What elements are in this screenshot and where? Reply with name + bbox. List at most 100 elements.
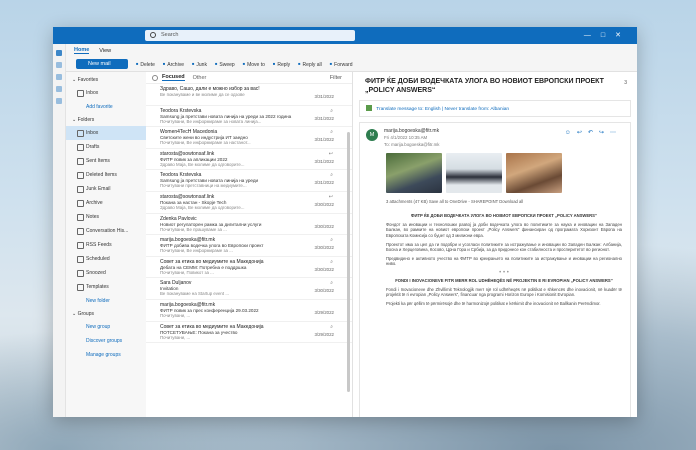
list-scrollbar[interactable] <box>347 132 350 392</box>
attachment-icon: ⌕ <box>330 280 333 287</box>
junk-button[interactable]: Junk <box>192 61 207 68</box>
photo-1[interactable] <box>386 153 442 193</box>
folder-scheduled[interactable]: Scheduled <box>66 252 146 266</box>
new-mail-button[interactable]: New mail <box>76 59 128 69</box>
message-card: M marija.bogoeska@fitr.mk Fri 4/1/2022 1… <box>359 122 631 417</box>
message-date: 3/29/2022 <box>314 331 334 337</box>
folder-conversation-history[interactable]: Conversation His... <box>66 224 146 238</box>
list-item[interactable]: ↩ starosta@sowtonsaf.link ФИТР повик за ап… <box>146 149 352 171</box>
list-item[interactable]: Zdenka Pavlovic Новиот регулаторен рамка … <box>146 214 352 236</box>
message-preview: Здраво Маја, Ве молиме да одговорите... <box>160 161 245 167</box>
list-item[interactable]: marija.bogoeska@fitr.mk ФИТР повик за пре… <box>146 300 352 322</box>
folders-header[interactable]: Folders <box>66 114 146 126</box>
reply-button[interactable]: Reply <box>273 61 290 68</box>
body-paragraph: Фондот за иновации и технолошки развој ј… <box>386 222 622 238</box>
list-header: Focused Other Filter <box>146 72 352 84</box>
list-item[interactable]: ⌕ marija.bogoeska@fitr.mk ФИТР добива воде… <box>146 235 352 257</box>
add-favorite-link[interactable]: Add favorite <box>66 100 146 114</box>
window-controls[interactable]: —□✕ <box>584 31 631 39</box>
folder-deleted-items[interactable]: Deleted Items <box>66 168 146 182</box>
message-actions[interactable]: ☺↩↶↪⋯ <box>565 129 622 136</box>
body-heading-albanian: FONDI I INOVACIONEVE FITR MERR ROL UDHËH… <box>395 277 613 283</box>
tab-home[interactable]: Home <box>74 47 90 54</box>
message-date: 3/30/2022 <box>314 245 334 251</box>
reply-all-button[interactable]: Reply all <box>298 61 322 68</box>
title-bar: Search —□✕ <box>53 27 637 44</box>
body-paragraph: Projekti ka për qëllim të përmirësojë dh… <box>386 301 601 307</box>
favorites-header[interactable]: Favorites <box>66 74 146 86</box>
attachment-icon: ⌕ <box>330 107 333 114</box>
search-placeholder: Search <box>161 32 179 38</box>
translate-bar[interactable]: Translate message to: English | Never tr… <box>359 100 631 117</box>
attachments-info[interactable]: 3 attachments (47 KB) Save all to OneDri… <box>386 199 523 204</box>
toolbar: New mail Delete Archive Junk Sweep Move … <box>66 57 637 72</box>
discover-groups-link[interactable]: Discover groups <box>66 334 146 348</box>
list-item[interactable]: ⌕ Teodora Krstevska Samsung ја претстави н… <box>146 170 352 192</box>
list-item[interactable]: ⌕ Teodora Krstevska Samsung ја претстави н… <box>146 106 352 128</box>
photo-3[interactable] <box>506 153 562 193</box>
message-date: 3/31/2022 <box>314 137 334 143</box>
delete-button[interactable]: Delete <box>136 61 154 68</box>
folder-snoozed[interactable]: Snoozed <box>66 266 146 280</box>
attachment-icon: ⌕ <box>330 129 333 136</box>
new-folder-link[interactable]: New folder <box>66 294 146 308</box>
message-preview: Ве покануваме и ве молиме да се одзове <box>160 92 245 97</box>
body-paragraph: Fondi i Inovacioneve dhe Zhvillimit Tekn… <box>386 287 622 298</box>
folder-junk-email[interactable]: Junk Email <box>66 182 146 196</box>
message-date: 3/31/2022 <box>314 94 334 99</box>
todo-icon[interactable] <box>56 86 62 92</box>
list-item[interactable]: ⌕ Sara Duljanov Invitation Ве покануваме на… <box>146 278 352 300</box>
folder-sent-items[interactable]: Sent Items <box>66 154 146 168</box>
message-date: 3/31/2022 <box>314 180 334 186</box>
folder-archive[interactable]: Archive <box>66 196 146 210</box>
folder-notes[interactable]: Notes <box>66 210 146 224</box>
tab-other[interactable]: Other <box>193 75 207 81</box>
folder-drafts[interactable]: Drafts <box>66 140 146 154</box>
folder-templates[interactable]: Templates <box>66 280 146 294</box>
message-date: 3/31/2022 <box>314 158 334 164</box>
attachment-icon: ⌕ <box>330 323 333 330</box>
translate-text[interactable]: Translate message to: English | Never tr… <box>376 107 509 112</box>
list-item[interactable]: ⌕ Совет за етика во медиумите на Македони… <box>146 257 352 279</box>
message-body: ФИТР ЌЕ ДОБИ ВОДЕЧКАТА УЛОГА ВО НОВИОТ Е… <box>386 211 622 311</box>
message-preview: Почитувани, Ве информираме за новата лин… <box>160 118 262 124</box>
forward-button[interactable]: Forward <box>330 61 352 68</box>
new-group-link[interactable]: New group <box>66 320 146 334</box>
message-preview: Почитувани, Повикот за ... <box>160 269 214 275</box>
message-date: 3/30/2022 <box>314 266 334 272</box>
message-preview: Здраво Маја, Ве молиме да одговорите... <box>160 204 245 210</box>
attachment-icon: ⌕ <box>330 258 333 265</box>
tab-focused[interactable]: Focused <box>162 74 185 81</box>
reply-icon: ↩ <box>328 150 333 157</box>
photo-2[interactable] <box>446 153 502 193</box>
tab-view[interactable]: View <box>99 48 111 54</box>
filter-button[interactable]: Filter <box>330 75 342 81</box>
thread-count: 3 <box>624 80 627 86</box>
people-icon[interactable] <box>56 74 62 80</box>
folder-pane: Favorites Inbox Add favorite Folders Inb… <box>66 72 146 417</box>
photo-attachments[interactable] <box>386 153 562 193</box>
message-date: 3/30/2022 <box>314 201 334 207</box>
message-preview: Почитувани, Ве информираме за ... <box>160 248 233 254</box>
mail-icon[interactable] <box>56 50 62 56</box>
list-item[interactable]: ⌕ Совет за етика во медиумите на Македони… <box>146 322 352 344</box>
folder-inbox[interactable]: Inbox <box>66 126 146 140</box>
archive-button[interactable]: Archive <box>163 61 184 68</box>
calendar-icon[interactable] <box>56 62 62 68</box>
message-date: Fri 4/1/2022 10:35 AM <box>384 135 428 140</box>
folder-rss-feeds[interactable]: RSS Feeds <box>66 238 146 252</box>
message-preview: Почитувани, Ве прашуваме за ... <box>160 226 227 232</box>
manage-groups-link[interactable]: Manage groups <box>66 348 146 362</box>
favorite-inbox[interactable]: Inbox <box>66 86 146 100</box>
list-item[interactable]: ↩ starosta@sowtonsaf.link Покана за настан… <box>146 192 352 214</box>
list-item[interactable]: Здраво, Сашо, дали е можно избор за вас!… <box>146 84 352 106</box>
list-item[interactable]: ⌕ Women4TecH Macedonia Светските жени во и… <box>146 127 352 149</box>
ribbon-tabs: Home View <box>66 44 637 57</box>
search-box[interactable]: Search <box>145 30 355 41</box>
sweep-button[interactable]: Sweep <box>215 61 234 68</box>
teams-icon[interactable] <box>56 98 62 104</box>
move-to-button[interactable]: Move to <box>243 61 265 68</box>
sender-address[interactable]: marija.bogoeska@fitr.mk <box>384 128 439 134</box>
groups-header[interactable]: Groups <box>66 308 146 320</box>
select-all-checkbox[interactable] <box>152 74 158 81</box>
